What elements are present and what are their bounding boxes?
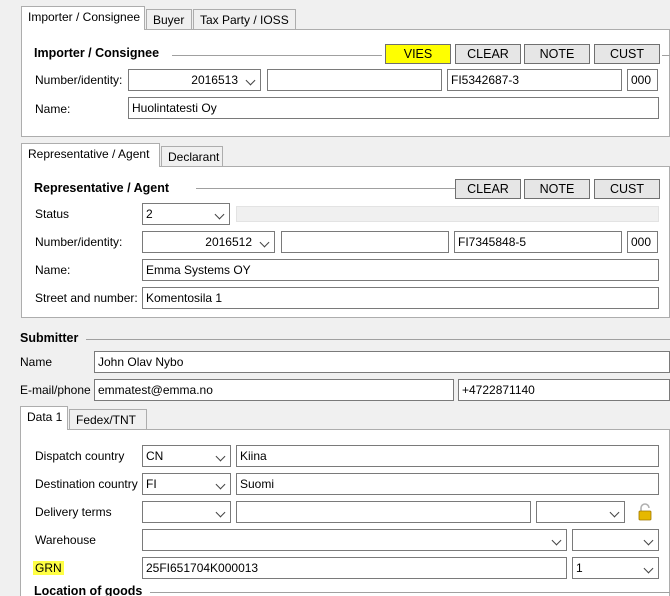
chevron-down-icon	[214, 209, 225, 220]
status-select[interactable]: 2	[142, 203, 230, 225]
status-value: 2	[146, 207, 153, 221]
grn-label: GRN	[33, 561, 64, 575]
warehouse-extra-select[interactable]	[572, 529, 659, 551]
chevron-down-icon	[551, 535, 562, 546]
delivery-terms-label: Delivery terms	[35, 505, 112, 519]
submitter-name-label: Name	[20, 355, 53, 369]
delivery-place-field[interactable]	[236, 501, 531, 523]
importer-number-select[interactable]: 2016513	[128, 69, 261, 91]
representative-vat-id-field[interactable]: FI7345848-5	[454, 231, 622, 253]
representative-title: Representative / Agent	[34, 181, 175, 195]
submitter-email-field[interactable]: emmatest@emma.no	[94, 379, 454, 401]
importer-name-label: Name:	[35, 102, 71, 116]
destination-country-name-field[interactable]: Suomi	[236, 473, 659, 495]
representative-number-value: 2016512	[205, 235, 252, 249]
representative-cust-button[interactable]: CUST	[594, 179, 660, 199]
submitter-phone-field[interactable]: +4722871140	[458, 379, 670, 401]
dispatch-country-name-field[interactable]: Kiina	[236, 445, 659, 467]
representative-code-field[interactable]: 000	[627, 231, 658, 253]
importer-code-field[interactable]: 000	[627, 69, 658, 91]
importer-note-button[interactable]: NOTE	[524, 44, 590, 64]
importer-name-field[interactable]: Huolintatesti Oy	[128, 97, 659, 119]
tab-importer-consignee[interactable]: Importer / Consignee	[21, 6, 145, 30]
street-field[interactable]: Komentosila 1	[142, 287, 659, 309]
dispatch-country-code: CN	[146, 449, 164, 463]
importer-group-line	[172, 55, 382, 56]
destination-country-label: Destination country	[35, 477, 138, 491]
representative-name-label: Name:	[35, 263, 71, 277]
tab-representative-agent[interactable]: Representative / Agent	[21, 143, 160, 167]
representative-clear-button[interactable]: CLEAR	[455, 179, 521, 199]
grn-count-select[interactable]: 1	[572, 557, 659, 579]
importer-title: Importer / Consignee	[34, 46, 166, 60]
submitter-email-label: E-mail/phone	[20, 383, 91, 397]
chevron-down-icon	[245, 75, 256, 86]
destination-country-select[interactable]: FI	[142, 473, 231, 495]
representative-name-field[interactable]: Emma Systems OY	[142, 259, 659, 281]
location-of-goods-title: Location of goods	[34, 584, 147, 596]
tab-fedex-tnt[interactable]: Fedex/TNT	[69, 409, 147, 430]
submitter-name-field[interactable]: John Olav Nybo	[94, 351, 670, 373]
tab-tax-party-ioss[interactable]: Tax Party / IOSS	[193, 9, 296, 30]
warehouse-label: Warehouse	[35, 533, 96, 547]
importer-cust-button[interactable]: CUST	[594, 44, 660, 64]
chevron-down-icon	[609, 507, 620, 518]
representative-number-extra-field[interactable]	[281, 231, 449, 253]
destination-country-code: FI	[146, 477, 157, 491]
importer-number-extra-field[interactable]	[267, 69, 442, 91]
chevron-down-icon	[643, 563, 654, 574]
representative-number-label: Number/identity:	[35, 235, 123, 249]
importer-number-value: 2016513	[191, 73, 238, 87]
representative-note-button[interactable]: NOTE	[524, 179, 590, 199]
dispatch-country-label: Dispatch country	[35, 449, 125, 463]
delivery-terms-select[interactable]	[142, 501, 231, 523]
status-description-field	[236, 206, 659, 222]
chevron-down-icon	[215, 479, 226, 490]
location-group-line	[150, 592, 670, 593]
importer-clear-button[interactable]: CLEAR	[455, 44, 521, 64]
status-label: Status	[35, 207, 70, 221]
grn-label-text: GRN	[33, 561, 64, 575]
chevron-down-icon	[259, 237, 270, 248]
vies-button[interactable]: VIES	[385, 44, 451, 64]
representative-group-line	[196, 188, 458, 189]
tab-buyer[interactable]: Buyer	[146, 9, 192, 30]
lock-button[interactable]	[633, 501, 657, 523]
importer-vat-id-field[interactable]: FI5342687-3	[447, 69, 622, 91]
submitter-title: Submitter	[20, 331, 79, 345]
tab-data-1[interactable]: Data 1	[20, 406, 68, 430]
warehouse-select[interactable]	[142, 529, 567, 551]
importer-group-line-right	[662, 55, 670, 56]
chevron-down-icon	[643, 535, 654, 546]
chevron-down-icon	[215, 507, 226, 518]
chevron-down-icon	[215, 451, 226, 462]
grn-field[interactable]: 25FI651704K000013	[142, 557, 567, 579]
importer-number-label: Number/identity:	[35, 73, 123, 87]
representative-number-select[interactable]: 2016512	[142, 231, 275, 253]
tab-declarant[interactable]: Declarant	[161, 146, 223, 167]
submitter-group-line	[86, 339, 670, 340]
delivery-extra-select[interactable]	[536, 501, 625, 523]
street-label: Street and number:	[35, 291, 138, 305]
dispatch-country-select[interactable]: CN	[142, 445, 231, 467]
grn-count-value: 1	[576, 561, 583, 575]
lock-icon	[638, 503, 652, 521]
